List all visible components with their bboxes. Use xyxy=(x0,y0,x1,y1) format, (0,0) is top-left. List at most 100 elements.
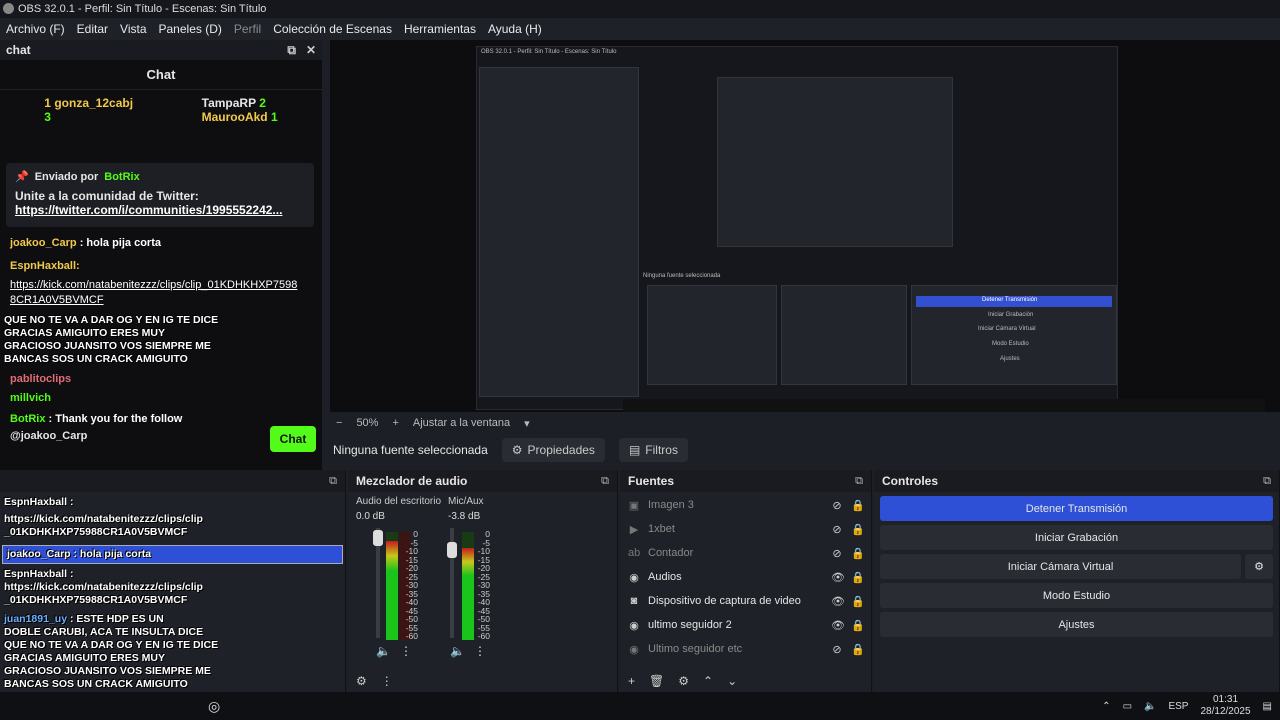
source-item[interactable]: ◉ Audios 👁 🔒 xyxy=(620,565,871,589)
mixer-channel-desktop: Audio del escritorio 0.0 dB xyxy=(356,496,446,522)
undock-icon[interactable]: ⧉ xyxy=(601,475,609,488)
add-icon[interactable]: + xyxy=(628,674,635,688)
start-recording-button[interactable]: Iniciar Grabación xyxy=(880,525,1273,550)
chat-username[interactable]: BotRix xyxy=(10,413,45,425)
source-item[interactable]: ab Contador ⊘ 🔒 xyxy=(620,541,871,565)
chat-username[interactable]: EspnHaxball: xyxy=(10,260,80,272)
zoom-in-button[interactable]: + xyxy=(392,417,398,429)
speaker-icon[interactable]: 🔈 xyxy=(376,644,391,658)
window-title: OBS 32.0.1 - Perfil: Sin Título - Escena… xyxy=(18,3,267,15)
volume-slider-mic[interactable] xyxy=(447,528,457,638)
undock-icon[interactable]: ⧉ xyxy=(1263,475,1271,488)
mixer-settings-icon[interactable]: ⚙ xyxy=(356,674,367,688)
source-item[interactable]: ◉ ultimo seguidor 2 👁 🔒 xyxy=(620,613,871,637)
eye-icon[interactable]: 👁 xyxy=(831,619,845,632)
nested-preview xyxy=(717,77,953,247)
clock-time: 01:31 xyxy=(1213,694,1239,705)
scene-item-selected[interactable]: joakoo_Carp : hola pija corta xyxy=(2,545,343,564)
camera-icon: ◙ xyxy=(630,595,638,607)
eye-icon[interactable]: 👁 xyxy=(831,595,845,608)
menu-vista[interactable]: Vista xyxy=(114,22,152,36)
lock-icon[interactable]: 🔒 xyxy=(851,523,865,536)
chat-link[interactable]: https://kick.com/natabenitezzz/clips/cli… xyxy=(10,279,297,306)
source-item[interactable]: ▣ Imagen 3 ⊘ 🔒 xyxy=(620,493,871,517)
stop-streaming-button[interactable]: Detener Transmisión xyxy=(880,496,1273,521)
eye-off-icon[interactable]: ⊘ xyxy=(831,643,843,656)
lock-icon[interactable]: 🔒 xyxy=(851,595,865,608)
settings-button[interactable]: Ajustes xyxy=(880,612,1273,637)
close-icon[interactable]: ✕ xyxy=(306,43,316,57)
leader-count: 3 xyxy=(44,110,51,124)
menu-coleccion-escenas[interactable]: Colección de Escenas xyxy=(267,22,398,36)
leader-name[interactable]: gonza_12cabj xyxy=(54,96,133,110)
network-icon[interactable]: ▭ xyxy=(1123,701,1132,712)
chat-username[interactable]: pablitoclips xyxy=(0,372,322,387)
chat-text: : Thank you for the follow xyxy=(48,413,183,425)
menu-ayuda[interactable]: Ayuda (H) xyxy=(482,22,548,36)
chat-title: Chat xyxy=(0,60,322,90)
browser-icon: ◉ xyxy=(629,643,639,656)
eye-off-icon[interactable]: ⊘ xyxy=(831,523,843,536)
menu-archivo[interactable]: Archivo (F) xyxy=(0,22,71,36)
chat-message: joakoo_Carp : hola pija corta xyxy=(0,236,322,251)
source-item[interactable]: ▶ 1xbet ⊘ 🔒 xyxy=(620,517,871,541)
chevron-up-icon[interactable]: ⌃ xyxy=(1102,701,1110,712)
pinned-by-user[interactable]: BotRix xyxy=(104,171,139,183)
chevron-down-icon[interactable]: ▾ xyxy=(524,417,530,430)
menu-editar[interactable]: Editar xyxy=(71,22,114,36)
browser-icon: ◉ xyxy=(629,571,639,584)
eye-off-icon[interactable]: ⊘ xyxy=(831,499,843,512)
source-item[interactable]: ◙ Dispositivo de captura de video 👁 🔒 xyxy=(620,589,871,613)
start-virtual-camera-button[interactable]: Iniciar Cámara Virtual xyxy=(880,554,1241,579)
chevron-up-icon[interactable]: ⌃ xyxy=(703,674,713,688)
zoom-out-button[interactable]: − xyxy=(336,417,342,429)
menu-perfil[interactable]: Perfil xyxy=(228,22,267,36)
language-indicator[interactable]: ESP xyxy=(1168,701,1188,712)
no-source-label: Ninguna fuente seleccionada xyxy=(333,443,488,457)
virtual-camera-settings-icon[interactable]: ⚙ xyxy=(1245,554,1273,579)
channel-db: -3.8 dB xyxy=(448,511,481,522)
obs-taskbar-icon[interactable]: ◎ xyxy=(208,698,220,715)
filters-button[interactable]: ▤ Filtros xyxy=(618,438,688,462)
more-options-icon[interactable]: ⋮ xyxy=(381,674,393,688)
studio-mode-button[interactable]: Modo Estudio xyxy=(880,583,1273,608)
volume-slider-desktop[interactable] xyxy=(373,528,383,638)
undock-icon[interactable]: ⧉ xyxy=(287,43,296,58)
lock-icon[interactable]: 🔒 xyxy=(851,547,865,560)
scenes-dock: ⧉ EspnHaxball : https://kick.com/nataben… xyxy=(0,470,346,692)
level-meter-desktop xyxy=(386,532,398,640)
lock-icon[interactable]: 🔒 xyxy=(851,643,865,656)
send-chat-button[interactable]: Chat xyxy=(270,426,316,452)
undock-icon[interactable]: ⧉ xyxy=(329,475,337,488)
chat-username[interactable]: joakoo_Carp xyxy=(10,237,77,249)
preview-canvas[interactable]: OBS 32.0.1 - Perfil: Sin Título - Escena… xyxy=(330,40,1280,412)
lock-icon[interactable]: 🔒 xyxy=(851,619,865,632)
chat-username[interactable]: millvich xyxy=(0,391,322,406)
channel-name: Mic/Aux xyxy=(448,496,484,507)
menu-paneles[interactable]: Paneles (D) xyxy=(153,22,228,36)
eye-icon[interactable]: 👁 xyxy=(831,571,845,584)
properties-button[interactable]: ⚙ Propiedades xyxy=(501,438,605,462)
lock-icon[interactable]: 🔒 xyxy=(851,499,865,512)
leader-name[interactable]: MaurooAkd xyxy=(202,110,268,124)
source-item[interactable]: ◉ Ultimo seguidor etc ⊘ 🔒 xyxy=(620,637,871,661)
more-options-icon[interactable]: ⋮ xyxy=(400,644,412,658)
undock-icon[interactable]: ⧉ xyxy=(855,475,863,488)
menu-herramientas[interactable]: Herramientas xyxy=(398,22,482,36)
chevron-down-icon[interactable]: ⌄ xyxy=(727,674,737,688)
gear-icon[interactable]: ⚙ xyxy=(678,674,689,688)
lock-icon[interactable]: 🔒 xyxy=(851,571,865,584)
volume-icon[interactable]: 🔈 xyxy=(1144,701,1156,712)
more-options-icon[interactable]: ⋮ xyxy=(474,644,486,658)
speaker-icon[interactable]: 🔈 xyxy=(450,644,465,658)
mixer-footer: ⚙ ⋮ xyxy=(356,674,393,688)
eye-off-icon[interactable]: ⊘ xyxy=(831,547,843,560)
clock[interactable]: 01:31 28/12/2025 xyxy=(1200,694,1250,718)
leader-name[interactable]: TampaRP xyxy=(202,96,256,110)
pin-icon: 📌 xyxy=(15,171,29,183)
pinned-link[interactable]: https://twitter.com/i/communities/199555… xyxy=(15,203,282,217)
trash-icon[interactable]: 🗑 xyxy=(649,674,664,688)
notification-icon[interactable]: ▤ xyxy=(1263,701,1272,712)
chat-username[interactable]: juan1891_uy xyxy=(4,613,67,625)
zoom-fit-select[interactable]: Ajustar a la ventana xyxy=(413,417,510,429)
